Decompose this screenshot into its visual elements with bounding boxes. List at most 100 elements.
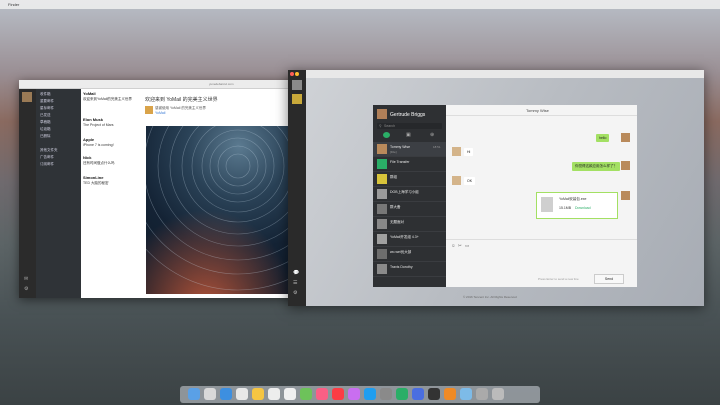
calendar-icon[interactable] <box>268 388 280 400</box>
file-message[interactable]: YoMail安装包.exe 15.1MB Download <box>536 192 618 219</box>
folder-item[interactable]: 星标邮件 <box>40 106 54 111</box>
contact-item[interactable]: 无题面对 <box>373 217 446 232</box>
folder-item[interactable]: 草稿箱 <box>40 120 51 125</box>
reminders-icon[interactable] <box>284 388 296 400</box>
folder-item[interactable]: 已发送 <box>40 113 51 118</box>
contact-avatar[interactable] <box>292 94 302 104</box>
chat-icon[interactable]: 💬 <box>293 270 299 276</box>
mail-message-list: YoMail 欢迎来到YoMail的完美主义世界 Elon Musk The P… <box>81 80 142 298</box>
folder-item[interactable]: 垃圾箱 <box>40 127 51 132</box>
scissors-icon[interactable]: ✂ <box>458 243 462 249</box>
mail-subject: iPhone 7 is coming! <box>83 142 114 147</box>
contact-item[interactable]: 群大备 <box>373 202 446 217</box>
mail-window-title: yunedebarcul.com <box>209 82 234 86</box>
contact-item[interactable]: DOB上海学习小组 <box>373 187 446 202</box>
finder-icon[interactable] <box>188 388 200 400</box>
folder-item[interactable]: 其他文件夹 <box>40 148 58 153</box>
contact-item[interactable]: wo.wei优大部 <box>373 247 446 262</box>
download-link[interactable]: Download <box>575 206 591 210</box>
mail-app-icon[interactable] <box>236 388 248 400</box>
mail-from[interactable]: YoMail <box>155 111 165 115</box>
minimize-button[interactable] <box>295 72 299 76</box>
mail-list-item[interactable]: Nick 还有时间做点什么吗 <box>83 155 139 165</box>
mail-client-icon[interactable] <box>412 388 424 400</box>
folder-icon[interactable]: ▭ <box>465 243 469 249</box>
appstore-icon[interactable] <box>364 388 376 400</box>
contact-avatar <box>377 189 387 199</box>
profile-avatar[interactable] <box>377 109 387 119</box>
contact-item[interactable]: Travis Dorothy <box>373 262 446 277</box>
message-bubble: OK <box>464 177 476 185</box>
contact-avatar <box>452 147 461 156</box>
mail-window: ✉ ⚙ 收件箱 重要邮件 星标邮件 已发送 草稿箱 垃圾箱 已删除 其他文件夹 … <box>19 80 303 298</box>
music-icon[interactable] <box>332 388 344 400</box>
folder-item[interactable]: 已删除 <box>40 134 51 139</box>
folder-item[interactable]: 收件箱 <box>40 92 51 97</box>
search-input[interactable]: Search <box>384 124 395 128</box>
launchpad-icon[interactable] <box>204 388 216 400</box>
chat-icon[interactable]: ✉ <box>24 276 28 282</box>
downloads-icon[interactable] <box>476 388 488 400</box>
menu-app-name[interactable]: Finder <box>8 2 19 7</box>
mail-list-item[interactable]: SimonLine TED 大脑的秘密 <box>83 175 139 185</box>
folder-item[interactable]: 广告邮件 <box>40 155 54 160</box>
emoji-icon[interactable]: ☺ <box>451 243 456 248</box>
contact-name: 群组 <box>390 175 397 179</box>
contact-name: 无题面对 <box>390 220 404 224</box>
send-button[interactable]: Send <box>594 274 624 284</box>
folder-item[interactable]: 订阅邮件 <box>40 162 54 167</box>
contact-avatar <box>377 234 387 244</box>
settings-icon[interactable]: ⚙ <box>24 286 28 292</box>
mail-folder-list: 收件箱 重要邮件 星标邮件 已发送 草稿箱 垃圾箱 已删除 其他文件夹 广告邮件… <box>36 80 81 298</box>
chat-window: 💬 ☰ ⚙ Gertrude Briggs ⚲ Search ▣ ⊕ Tommy… <box>288 70 704 306</box>
contact-name: 群大备 <box>390 205 401 209</box>
contact-item[interactable]: File Transfer <box>373 157 446 172</box>
settings-icon[interactable]: ⚙ <box>293 290 297 296</box>
folder-item[interactable]: 重要邮件 <box>40 99 54 104</box>
mail-list-item[interactable]: Apple iPhone 7 is coming! <box>83 137 139 147</box>
close-button[interactable] <box>290 72 294 76</box>
conversation-pane: Tommy Wise hello Hi 你觉得这款应用怎么样了？ OK YoMa… <box>446 105 637 287</box>
contact-name: YoMail开发组 4.3+ <box>390 235 419 239</box>
conversation-title[interactable]: Tommy Wise <box>526 108 549 113</box>
contact-item[interactable]: 群组 <box>373 172 446 187</box>
contacts-icon[interactable]: ☰ <box>293 280 297 286</box>
mail-account-bar: ✉ ⚙ <box>19 80 36 298</box>
notes-icon[interactable] <box>252 388 264 400</box>
contact-name: wo.wei优大部 <box>390 250 412 254</box>
contact-avatar <box>377 174 387 184</box>
wechat-icon[interactable] <box>396 388 408 400</box>
account-avatar[interactable] <box>22 92 32 102</box>
message-bubble: 你觉得这款应用怎么样了？ <box>572 162 620 171</box>
trash-icon[interactable] <box>492 388 504 400</box>
app-icon[interactable] <box>444 388 456 400</box>
contact-avatar <box>377 204 387 214</box>
preferences-icon[interactable] <box>380 388 392 400</box>
chat-footer: © 2016 Tencent Inc. All Rights Reserved <box>463 295 517 299</box>
contact-avatar <box>377 249 387 259</box>
file-name: YoMail安装包.exe <box>559 197 587 201</box>
photos-icon[interactable] <box>316 388 328 400</box>
contact-item[interactable]: Tommy Wise [File] 18:51 <box>373 142 446 157</box>
add-contact-icon[interactable]: ⊕ <box>430 132 434 138</box>
safari-icon[interactable] <box>220 388 232 400</box>
sender-avatar <box>145 106 153 114</box>
contact-name: Tommy Wise <box>390 145 411 149</box>
dock <box>180 386 540 403</box>
mail-subject: 还有时间做点什么吗 <box>83 160 115 165</box>
star-trail-svg <box>146 126 296 294</box>
contact-name: File Transfer <box>390 160 410 164</box>
terminal-icon[interactable] <box>428 388 440 400</box>
app-avatar[interactable] <box>292 80 302 90</box>
mail-list-item[interactable]: YoMail 欢迎来到YoMail的完美主义世界 <box>83 91 139 101</box>
podcast-icon[interactable] <box>348 388 360 400</box>
search-box[interactable]: ⚲ Search <box>377 123 442 129</box>
mail-list-item[interactable]: Elon Musk The Project of Mars <box>83 117 139 127</box>
messages-icon[interactable] <box>300 388 312 400</box>
contacts-tab-icon[interactable]: ▣ <box>406 132 411 138</box>
app-icon[interactable] <box>460 388 472 400</box>
contact-item[interactable]: YoMail开发组 4.3+ <box>373 232 446 247</box>
chat-tab-icon[interactable] <box>383 132 390 138</box>
contact-name: DOB上海学习小组 <box>390 190 419 194</box>
mail-sender: YoMail <box>83 91 96 96</box>
